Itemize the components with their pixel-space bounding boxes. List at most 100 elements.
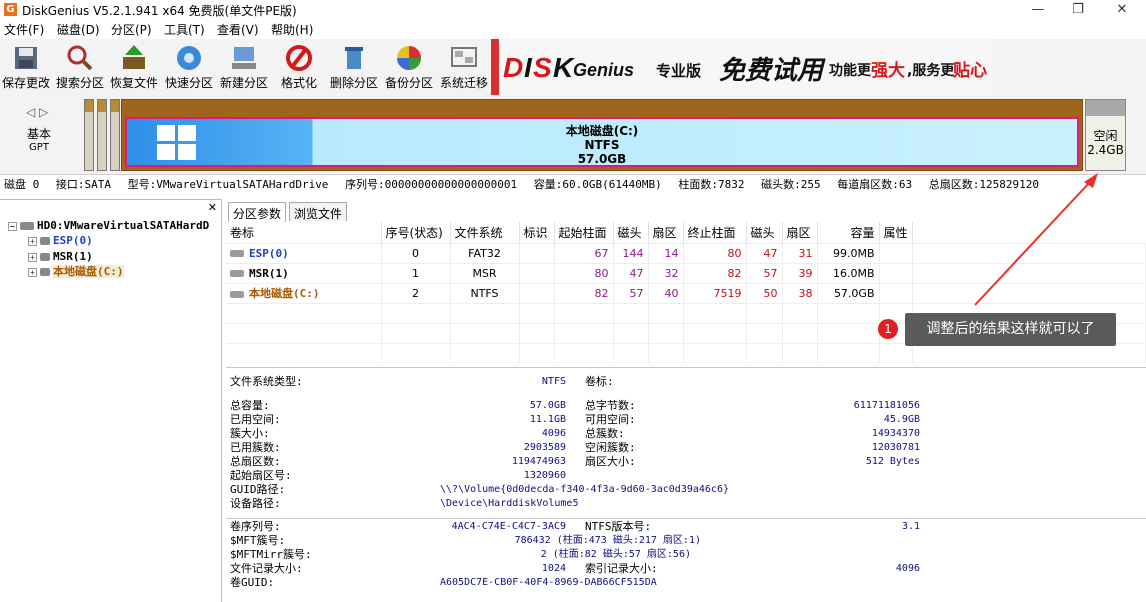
collapse-icon[interactable]: − [8,221,17,231]
partition-panel: 分区参数 浏览文件 卷标 序号(状态) 文件系统 标识 起始柱面 磁头 扇区 终… [224,199,1146,602]
row-start-sec: 40 [648,282,684,303]
search-partition-button[interactable]: 搜索分区 [54,39,106,95]
detail-cluster-label: 簇大小: [230,427,270,440]
toolbar-label: 搜索分区 [55,76,104,90]
col-attr[interactable]: 属性 [879,222,913,243]
banner-brand-d: D [503,52,523,83]
recover-files-button[interactable]: 恢复文件 [108,39,160,95]
close-button[interactable]: ✕ [1102,0,1142,19]
partition-icon [230,290,244,298]
col-index[interactable]: 序号(状态) [381,222,451,243]
disk-map-msr-segment[interactable] [97,99,107,171]
detail-serial-label: 卷序列号: [230,520,281,533]
tree-partition-msr[interactable]: + MSR(1) [28,250,93,264]
disk-nav-arrows[interactable]: ◁ ▷ [26,105,48,119]
table-header-row: 卷标 序号(状态) 文件系统 标识 起始柱面 磁头 扇区 终止柱面 磁头 扇区 … [226,222,1146,243]
details-separator [226,518,1146,519]
detail-ntfs-ver-label: NTFS版本号: [585,520,652,533]
maximize-button[interactable]: ❐ [1058,0,1098,19]
detail-total-bytes-label: 总字节数: [585,399,636,412]
detail-total-label: 总容量: [230,399,270,412]
menu-partition[interactable]: 分区(P) [111,21,152,38]
new-partition-button[interactable]: 新建分区 [218,39,270,95]
banner-brand-s: S [533,52,552,83]
col-start-cyl[interactable]: 起始柱面 [554,222,614,243]
banner-graphic: D I S K Genius 专业版 免费试用 功能更 强大 ,服务更 贴心 [491,39,992,95]
table-row[interactable]: 本地磁盘(C:) 2 NTFS 82 57 40 7519 50 38 57.0… [226,282,1146,303]
tree-close-icon[interactable]: ✕ [208,201,217,214]
disk-map-partition-c[interactable]: 本地磁盘(C:) NTFS 57.0GB [121,99,1083,171]
col-start-sec[interactable]: 扇区 [648,222,684,243]
promo-banner[interactable]: D I S K Genius 专业版 免费试用 功能更 强大 ,服务更 贴心 [491,39,992,95]
disk-map-reserved-segment[interactable] [110,99,120,171]
tab-partition-params[interactable]: 分区参数 [228,202,287,222]
col-label[interactable]: 卷标 [226,222,382,243]
disk-type-label: 基本 [26,127,51,141]
row-end-head: 47 [746,242,783,263]
tab-browse-files[interactable]: 浏览文件 [289,202,348,221]
disk-tree-panel: ✕ − HD0:VMwareVirtualSATAHardD + ESP(0) + M… [0,199,222,602]
banner-brand-genius: Genius [573,60,634,80]
recover-icon [123,45,145,69]
col-end-sec[interactable]: 扇区 [782,222,818,243]
toolbar-label: 保存更改 [1,76,50,90]
tree-partition-esp[interactable]: + ESP(0) [28,234,93,248]
row-size: 16.0MB [817,262,880,283]
save-changes-button[interactable]: 保存更改 [0,39,52,95]
tree-partition-c[interactable]: + 本地磁盘(C:) [28,265,124,279]
row-size: 57.0GB [817,282,880,303]
backup-partition-button[interactable]: 备份分区 [383,39,435,95]
menu-tools[interactable]: 工具(T) [164,21,205,38]
tree-partition-label: MSR(1) [53,250,93,263]
partition-icon [40,237,50,245]
row-start-cyl: 82 [554,282,614,303]
detail-device-path: \Device\HarddiskVolume5 [440,498,579,509]
toolbar-label: 快速分区 [164,76,213,90]
col-start-head[interactable]: 磁头 [613,222,649,243]
menu-file[interactable]: 文件(F) [4,21,44,38]
detail-record-size-label: 文件记录大小: [230,562,303,575]
detail-used: 11.1GB [529,414,566,425]
row-fs: NTFS [450,282,520,303]
partition-icon [230,250,244,257]
partition-c-name: 本地磁盘(C:) [565,124,639,138]
tree-partition-label: ESP(0) [53,234,93,247]
partition-icon [40,268,50,276]
migrate-icon [451,47,477,67]
row-index: 0 [381,242,451,263]
detail-vol-guid-label: 卷GUID: [230,576,275,589]
menu-help[interactable]: 帮助(H) [271,21,313,38]
expand-icon[interactable]: + [28,267,37,277]
row-end-cyl: 80 [683,242,747,263]
disk-map-esp-segment[interactable] [84,99,94,171]
format-button[interactable]: 格式化 [273,39,325,95]
detail-fs-type: NTFS [541,376,566,387]
delete-partition-button[interactable]: 删除分区 [328,39,380,95]
tree-disk-node[interactable]: − HD0:VMwareVirtualSATAHardD [8,219,209,233]
col-end-cyl[interactable]: 终止柱面 [683,222,747,243]
quick-partition-button[interactable]: 快速分区 [163,39,215,95]
expand-icon[interactable]: + [28,236,37,246]
col-end-head[interactable]: 磁头 [746,222,783,243]
expand-icon[interactable]: + [28,252,37,262]
col-flag[interactable]: 标识 [519,222,555,243]
menu-view[interactable]: 查看(V) [217,21,259,38]
detail-vol-guid: A605DC7E-CB0F-40F4-8969-DAB66CF515DA [440,577,657,588]
minimize-button[interactable]: — [1018,0,1058,19]
system-migration-button[interactable]: 系统迁移 [438,39,490,95]
col-fs[interactable]: 文件系统 [450,222,520,243]
annotation-badge: 1 [878,319,898,339]
detail-sectors-label: 总扇区数: [230,455,281,468]
menu-disk[interactable]: 磁盘(D) [57,21,100,38]
table-row[interactable]: ESP(0) 0 FAT32 67 144 14 80 47 31 99.0MB [226,242,1146,263]
row-attr [879,262,913,283]
detail-start-sector-label: 起始扇区号: [230,469,292,482]
table-row[interactable]: MSR(1) 1 MSR 80 47 32 82 57 39 16.0MB [226,262,1146,283]
partition-icon [40,253,50,261]
row-label: ESP(0) [249,246,289,260]
detail-free-clusters: 12030781 [871,442,920,453]
disk-map-free-segment[interactable]: 空闲 2.4GB [1085,99,1126,171]
detail-record-size: 1024 [541,563,566,574]
tree-disk-label: HD0:VMwareVirtualSATAHardD [37,219,210,232]
col-size[interactable]: 容量 [817,222,880,243]
